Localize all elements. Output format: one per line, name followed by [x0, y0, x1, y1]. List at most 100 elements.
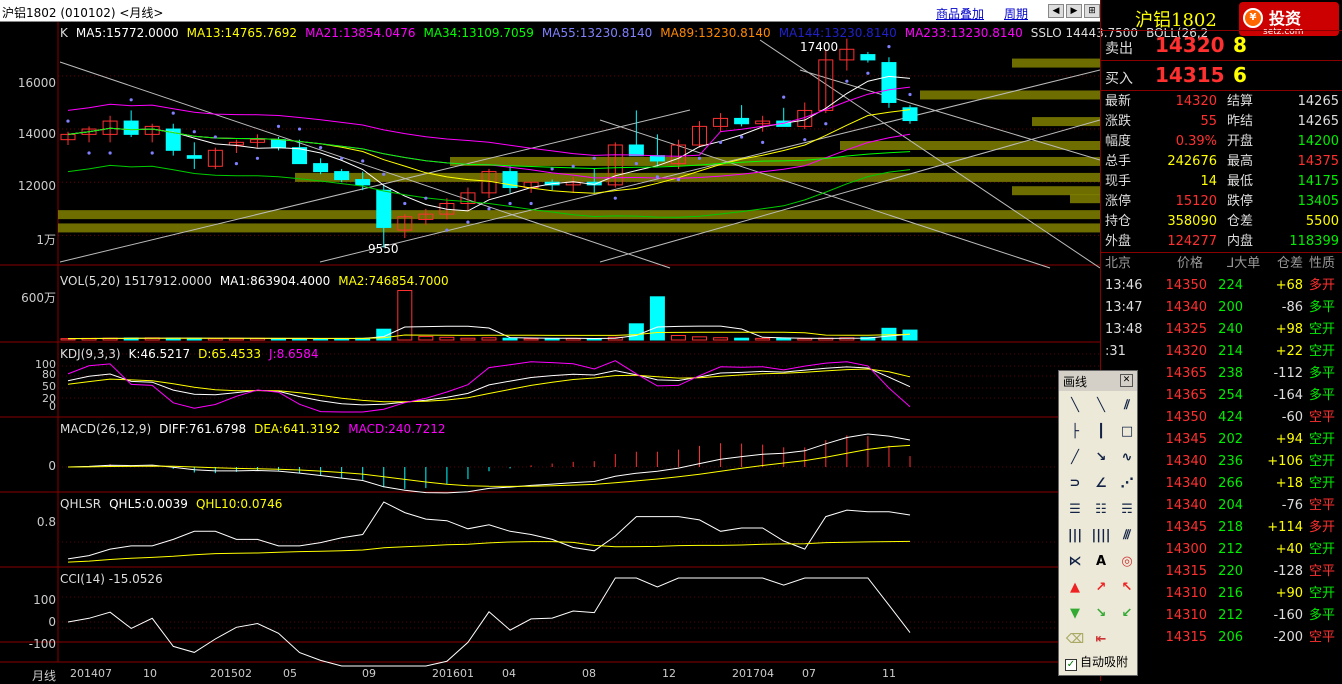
fib-retrace-icon[interactable]: ☰ [1065, 500, 1085, 520]
tick-nature: 空开 [1309, 322, 1336, 337]
trend-line-icon[interactable]: ╱ [1065, 448, 1085, 468]
tick-price: 14365 [1165, 388, 1207, 403]
fan-icon[interactable]: ⋰ [1117, 474, 1137, 494]
line-segment-icon[interactable]: ╲ [1065, 396, 1085, 416]
tick-nature: 空平 [1309, 564, 1336, 579]
arc-icon[interactable]: ⊃ [1065, 474, 1085, 494]
tick-vol: 202 [1218, 432, 1243, 447]
period-link[interactable]: 周期 [1004, 5, 1028, 22]
kdj-d: D:65.4533 [198, 347, 261, 361]
chart-area[interactable]: K MA5:15772.0000 MA13:14765.7692 MA21:13854… [0, 22, 1208, 683]
stat-value: 14200 [1297, 134, 1339, 149]
arrow-upright-icon[interactable]: ↗ [1091, 578, 1111, 598]
sar-dot [634, 162, 638, 166]
channel-icon[interactable]: ☴ [1117, 500, 1137, 520]
arrow-up-icon[interactable]: ▲ [1065, 578, 1085, 598]
volume-zone-bar [1012, 186, 1100, 196]
parallel-lines-icon[interactable]: ⫽ [1117, 396, 1137, 416]
fib-time-icon[interactable]: |||| [1091, 526, 1111, 546]
stat-label: 总手 [1105, 154, 1132, 169]
arrow-downright-icon[interactable]: ↘ [1091, 604, 1111, 624]
tick-price: 14315 [1165, 564, 1207, 579]
tick-diff: -86 [1281, 300, 1303, 315]
candle-body [186, 155, 202, 159]
eraser-icon[interactable]: ⌫ [1065, 630, 1085, 650]
window-title: 沪铝1802 (010102) <月线> [2, 6, 164, 20]
vertical-line-icon[interactable]: ┃ [1091, 422, 1111, 442]
logo-icon: ¥ [1243, 8, 1263, 28]
checkbox-icon[interactable]: ✓ [1065, 659, 1077, 671]
stat-label: 开盘 [1227, 134, 1254, 149]
gann-icon[interactable]: ☷ [1091, 500, 1111, 520]
period-lines-icon[interactable]: ||| [1065, 526, 1085, 546]
tick-vol: 220 [1218, 564, 1243, 579]
sar-dot [571, 164, 575, 168]
sell-volume: 8 [1233, 33, 1247, 57]
palette-header[interactable]: 画线 ✕ [1059, 371, 1137, 391]
chart-title-bar: 沪铝1802 (010102) <月线> 商品叠加 周期 ◀ ▶ ⊞ [0, 0, 1100, 22]
buy-label: 买入 [1105, 71, 1133, 87]
candle-body [355, 179, 371, 186]
stat-value: 14375 [1297, 154, 1339, 169]
stat-value: 14175 [1297, 174, 1339, 189]
ray-icon[interactable]: ╲ [1091, 396, 1111, 416]
tick-nature: 空平 [1309, 498, 1336, 513]
tick-price: 14340 [1165, 476, 1207, 491]
rectangle-icon[interactable]: □ [1117, 422, 1137, 442]
tick-nature: 多平 [1309, 388, 1336, 403]
horizontal-line-icon[interactable]: ├ [1065, 422, 1085, 442]
sar-dot [108, 151, 112, 155]
volume-bar [713, 337, 729, 341]
stat-value: 118399 [1289, 234, 1339, 249]
sar-dot [782, 95, 786, 99]
tick-price: 14350 [1165, 410, 1207, 425]
arrow-down-icon[interactable]: ▼ [1065, 604, 1085, 624]
zoom-icon[interactable]: ⊞ [1084, 4, 1100, 18]
scroll-right-icon[interactable]: ▶ [1066, 4, 1082, 18]
stat-item: 外盘 124277 [1105, 232, 1217, 252]
auto-snap-option[interactable]: ✓ 自动吸附 [1065, 653, 1128, 671]
close-icon[interactable]: ✕ [1120, 374, 1133, 387]
angle-icon[interactable]: ∠ [1091, 474, 1111, 494]
overlay-link[interactable]: 商品叠加 [936, 5, 984, 22]
stat-label: 涨跌 [1105, 114, 1132, 129]
macd-label: MACD(26,12,9) [60, 422, 152, 436]
tick-vol: 212 [1218, 542, 1243, 557]
x-axis-label: 09 [362, 667, 376, 680]
buy-row: 买入 14315 6 [1105, 60, 1341, 90]
macd-legend: MACD(26,12,9) DIFF:761.6798 DEA:641.3192 MA… [60, 422, 454, 436]
sar-dot [718, 140, 723, 144]
stat-item: 最低 14175 [1227, 172, 1339, 192]
ma13-legend: MA13:14765.7692 [186, 26, 298, 40]
sar-dot [234, 162, 238, 166]
stat-label: 持仓 [1105, 214, 1132, 229]
tick-diff: -76 [1281, 498, 1303, 513]
candle-body [376, 189, 392, 228]
tick-diff: -128 [1273, 564, 1303, 579]
arrow-line-icon[interactable]: ↘ [1091, 448, 1111, 468]
arrow-upleft-icon[interactable]: ↖ [1117, 578, 1137, 598]
drawing-tool-palette[interactable]: 画线 ✕ ╲ ╲ ⫽ ├ ┃ □ ╱ ↘ ∿ ⊃ ∠ ⋰ ☰ ☷ ☴ ||| |||| ⫻ ⋉ A ◎ ▲ ↗ ↖ ▼ ↘ ↙ ⌫ ⇤ … [1058, 370, 1138, 676]
ma55-legend: MA55:13230.8140 [541, 26, 653, 40]
cci-legend: CCI(14) -15.0526 [60, 572, 171, 586]
tick-price: 14340 [1165, 498, 1207, 513]
tick-vol: 238 [1218, 366, 1243, 381]
delete-icon[interactable]: ⇤ [1091, 630, 1111, 650]
arrow-downleft-icon[interactable]: ↙ [1117, 604, 1137, 624]
qhlsr-legend: QHLSR QHL5:0.0039 QHL10:0.0746 [60, 497, 290, 511]
ma5-legend: MA5:15772.0000 [75, 26, 179, 40]
sar-dot [319, 146, 323, 150]
speed-lines-icon[interactable]: ⫻ [1117, 526, 1137, 546]
gann-fan-icon[interactable]: ⋉ [1065, 552, 1085, 572]
stat-label: 最新 [1105, 94, 1132, 109]
wave-icon[interactable]: ∿ [1117, 448, 1137, 468]
x-axis-label: 201601 [432, 667, 474, 680]
tick-nature: 空开 [1309, 432, 1336, 447]
volume-zone-bar [1032, 117, 1100, 127]
text-tool-icon[interactable]: A [1091, 552, 1111, 572]
volume-zone-bar [1070, 194, 1100, 204]
x-axis-label: 201407 [70, 667, 112, 680]
scroll-left-icon[interactable]: ◀ [1048, 4, 1064, 18]
cycle-icon[interactable]: ◎ [1117, 552, 1137, 572]
kdj-k: K:46.5217 [128, 347, 191, 361]
